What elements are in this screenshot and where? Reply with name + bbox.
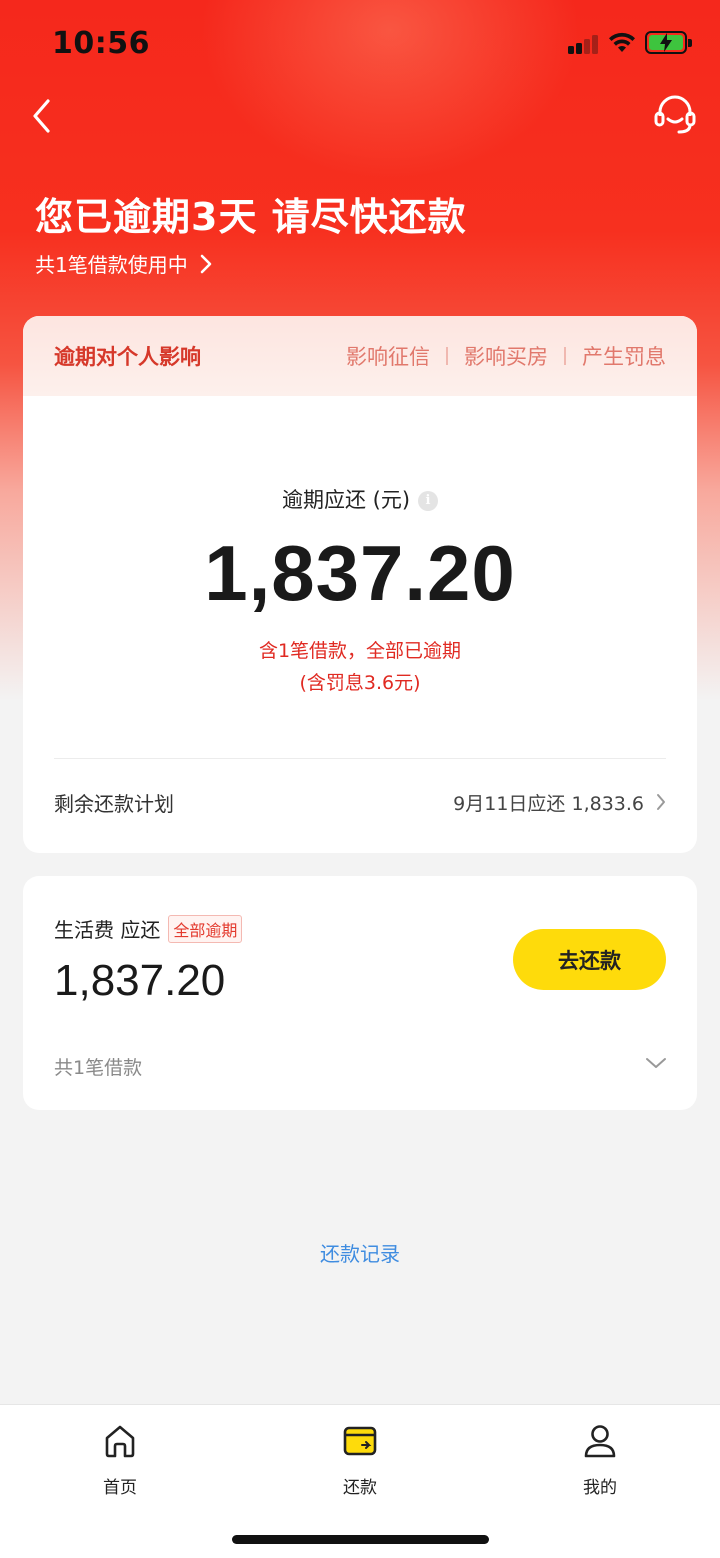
divider (54, 758, 666, 759)
active-loans-text: 共1笔借款使用中 (35, 253, 188, 277)
wallet-icon (343, 1426, 377, 1456)
battery-charging-icon (645, 31, 692, 54)
repayment-plan-label: 剩余还款计划 (54, 791, 174, 816)
chevron-left-icon[interactable] (28, 96, 60, 136)
loan-title-text: 生活费 应还 (54, 918, 161, 942)
tab-mine[interactable]: 我的 (480, 1405, 720, 1515)
loan-count: 共1笔借款 (54, 1057, 143, 1079)
repayment-plan-value-group: 9月11日应还 1,833.6 (453, 789, 666, 816)
status-bar: 10:56 (0, 0, 720, 86)
chevron-right-icon (200, 254, 212, 273)
impact-item-house: 影响买房 (464, 345, 548, 369)
info-icon[interactable]: i (418, 491, 439, 511)
divider (564, 347, 566, 365)
overdue-due-label: 逾期应还 (元) i (23, 484, 697, 514)
loan-title: 生活费 应还 全部逾期 (54, 914, 243, 943)
overdue-summary-card: 逾期对个人影响 影响征信 影响买房 产生罚息 逾期应还 (元) i 1,837.2… (23, 316, 697, 853)
page-title: 您已逾期3天 请尽快还款 (35, 195, 467, 239)
overdue-amount: 1,837.20 (204, 529, 516, 617)
wifi-icon (609, 32, 635, 52)
home-icon (105, 1425, 135, 1458)
loan-card: 生活费 应还 全部逾期 1,837.20 去还款 共1笔借款 (23, 876, 697, 1110)
chevron-right-icon (657, 794, 665, 810)
repayment-plan-value: 9月11日应还 1,833.6 (453, 792, 644, 815)
tab-repay-label: 还款 (343, 1478, 377, 1498)
repayment-plan-row[interactable]: 剩余还款计划 9月11日应还 1,833.6 (54, 782, 666, 822)
overdue-due-label-text: 逾期应还 (元) (281, 488, 411, 512)
user-icon (584, 1425, 616, 1458)
tab-mine-label: 我的 (583, 1478, 617, 1498)
repay-button[interactable]: 去还款 (513, 929, 666, 990)
repayment-record-link[interactable]: 还款记录 (0, 1238, 720, 1267)
headset-icon[interactable] (652, 94, 698, 136)
active-loans-link[interactable]: 共1笔借款使用中 (35, 249, 212, 278)
penalty-note: (含罚息3.6元) (299, 672, 421, 694)
impact-item-credit: 影响征信 (346, 345, 430, 369)
tab-home[interactable]: 首页 (0, 1405, 240, 1515)
impact-bar[interactable]: 逾期对个人影响 影响征信 影响买房 产生罚息 (23, 316, 697, 396)
impact-item-penalty: 产生罚息 (582, 345, 666, 369)
home-indicator (232, 1535, 489, 1544)
chevron-down-icon[interactable] (645, 1056, 667, 1070)
divider (446, 347, 448, 365)
status-time: 10:56 (52, 26, 150, 61)
impact-list: 影响征信 影响买房 产生罚息 (346, 341, 666, 371)
tab-home-label: 首页 (103, 1478, 137, 1498)
loan-amount: 1,837.20 (54, 956, 226, 1005)
tab-repay[interactable]: 还款 (240, 1405, 480, 1515)
cellular-signal-icon (568, 34, 600, 54)
status-badge: 全部逾期 (168, 914, 243, 943)
impact-label: 逾期对个人影响 (54, 345, 201, 369)
overdue-note: 含1笔借款，全部已逾期 (258, 640, 462, 662)
